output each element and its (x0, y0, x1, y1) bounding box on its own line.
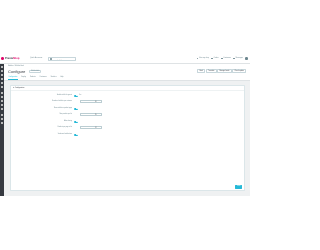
number-input[interactable]: 10 (80, 100, 102, 104)
toolbar: Back Translate Manage hooks Check update (197, 69, 246, 73)
international-icon[interactable] (0, 108, 4, 111)
logo-text-1: Presta (5, 57, 13, 60)
customers-link[interactable]: Customers (221, 57, 231, 60)
translate-button[interactable]: Translate (205, 69, 217, 73)
tab-help[interactable]: Help (60, 76, 64, 80)
tab-products[interactable]: Products (29, 76, 36, 80)
input-value: 25 (95, 114, 97, 116)
check-update-button[interactable]: Check update (232, 69, 246, 73)
toggle-switch[interactable] (74, 94, 78, 97)
admin-app: PrestaShop Quick Access ▾ View my shop O… (0, 55, 250, 196)
advanced-parameters-icon[interactable] (0, 118, 4, 121)
shop-parameters-icon[interactable] (0, 114, 4, 117)
back-button[interactable]: Back (197, 69, 206, 73)
logo-icon (1, 57, 4, 60)
form-row: Max products per list 25 (11, 113, 244, 117)
design-icon[interactable] (0, 96, 4, 99)
breadcrumb[interactable]: Modules / Wishlist block (8, 66, 24, 67)
sidebar (0, 64, 4, 196)
stats-icon[interactable] (0, 86, 4, 89)
form-label: Max products per list (59, 113, 72, 115)
orders-icon[interactable] (0, 70, 4, 73)
module-badge: Wishlist block (29, 70, 42, 73)
avatar[interactable] (245, 57, 248, 60)
form-label: Show wishlist on product page (53, 107, 72, 109)
page-head: Modules / Wishlist block Configure Wishl… (4, 64, 250, 81)
orders-link[interactable]: Orders (211, 57, 219, 60)
form-label: Number of wishlists per customer (52, 100, 72, 102)
customers-icon[interactable] (0, 78, 4, 81)
form-label: Enable wishlist for guests (56, 94, 72, 96)
toggle-switch[interactable] (74, 120, 78, 123)
quick-access-dropdown[interactable]: Quick Access ▾ (30, 57, 42, 59)
dashboard-icon[interactable] (0, 66, 4, 69)
tab-customers[interactable]: Customers (39, 76, 47, 80)
search-box[interactable] (48, 56, 76, 61)
logo-text-2: Shop (12, 57, 20, 60)
tab-display[interactable]: Display (21, 76, 27, 80)
messages-link[interactable]: Messages (233, 57, 243, 60)
form-row: Number of wishlists per customer 10 (11, 100, 244, 104)
form-row: Products per page in list 12 (11, 126, 244, 130)
switch-state-label: Yes (79, 94, 82, 96)
modules-icon[interactable] (0, 92, 4, 95)
header-right-items: View my shop Orders Customers Messages (196, 57, 248, 60)
catalog-icon[interactable] (0, 74, 4, 77)
number-input[interactable]: 25 (80, 113, 102, 117)
form-label: Send email notifications (57, 133, 72, 135)
input-value: 10 (95, 101, 97, 103)
form-row: Show wishlist on product page (11, 107, 244, 111)
form-row: Allow sharing (11, 120, 244, 124)
payment-icon[interactable] (0, 104, 4, 107)
input-value: 12 (95, 127, 97, 129)
top-header-bar: PrestaShop Quick Access ▾ View my shop O… (0, 55, 250, 64)
view-shop-link[interactable]: View my shop (196, 57, 209, 60)
form-label: Allow sharing (64, 120, 72, 122)
config-panel: ⚙ Configuration Enable wishlist for gues… (10, 85, 245, 191)
shipping-icon[interactable] (0, 100, 4, 103)
number-input[interactable]: 12 (80, 126, 102, 130)
form-label: Products per page in list (57, 126, 72, 128)
panel-header: ⚙ Configuration (11, 86, 244, 91)
tabs: Configuration Display Products Customers… (8, 76, 64, 80)
tab-statistics[interactable]: Statistics (50, 76, 57, 80)
more-icon[interactable] (0, 122, 4, 125)
toggle-switch[interactable] (74, 107, 78, 110)
tab-configuration[interactable]: Configuration (8, 76, 18, 80)
service-icon[interactable] (0, 82, 4, 85)
form-row: Send email notifications (11, 133, 244, 137)
manage-hooks-button[interactable]: Manage hooks (217, 69, 232, 73)
panel-title: ⚙ Configuration (13, 87, 25, 89)
page-title: Configure (8, 68, 26, 74)
form-row: Enable wishlist for guests Yes (11, 94, 244, 98)
save-button[interactable]: Save (235, 184, 242, 189)
toggle-switch[interactable] (74, 133, 78, 136)
logo[interactable]: PrestaShop (1, 56, 19, 61)
search-input[interactable] (52, 58, 76, 61)
